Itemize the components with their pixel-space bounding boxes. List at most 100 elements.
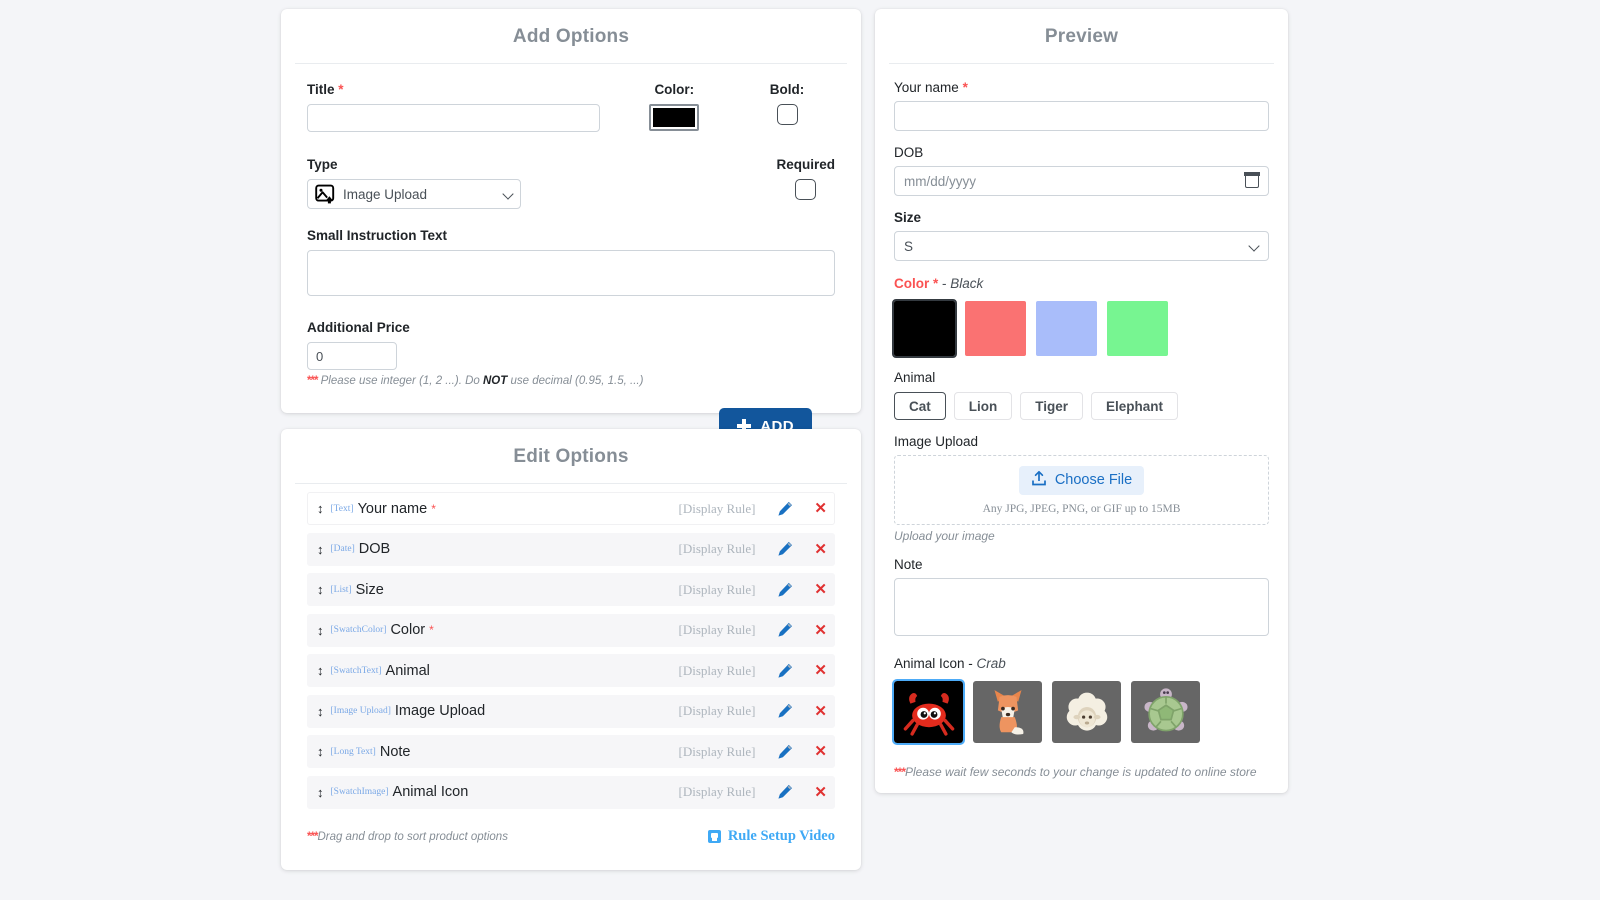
required-asterisk: *	[429, 623, 434, 637]
color-swatch-red[interactable]	[965, 301, 1026, 356]
crab-icon[interactable]	[894, 681, 963, 743]
edit-option-row[interactable]: ↕[SwatchColor]Color*[Display Rule]✕	[307, 614, 835, 647]
animal-option-tiger[interactable]: Tiger	[1020, 392, 1083, 420]
pencil-icon[interactable]	[777, 703, 793, 719]
close-x-icon[interactable]: ✕	[814, 661, 827, 680]
animal-option-cat[interactable]: Cat	[894, 392, 946, 420]
pencil-icon[interactable]	[777, 541, 793, 557]
option-type-tag: [SwatchText]	[331, 666, 382, 676]
edit-option-row[interactable]: ↕[List]Size[Display Rule]✕	[307, 573, 835, 606]
upload-hint: Any JPG, JPEG, PNG, or GIF up to 15MB	[983, 503, 1181, 515]
display-rule-button[interactable]: [Display Rule]	[679, 622, 756, 638]
option-name: Your name	[358, 501, 428, 517]
instruction-textarea[interactable]	[307, 250, 835, 296]
animal-option-lion[interactable]: Lion	[954, 392, 1013, 420]
edit-option-row[interactable]: ↕[Date]DOB[Display Rule]✕	[307, 533, 835, 566]
close-x-icon[interactable]: ✕	[814, 540, 827, 559]
rule-setup-video-link[interactable]: Rule Setup Video	[708, 828, 835, 845]
color-picker-swatch[interactable]	[649, 104, 699, 131]
color-swatch-blue[interactable]	[1036, 301, 1097, 356]
preview-size-label: Size	[894, 210, 1269, 225]
edit-option-row[interactable]: ↕[SwatchText]Animal[Display Rule]✕	[307, 654, 835, 687]
add-options-title: Add Options	[281, 9, 861, 63]
close-x-icon[interactable]: ✕	[814, 621, 827, 640]
display-rule-button[interactable]: [Display Rule]	[679, 663, 756, 679]
close-x-icon[interactable]: ✕	[814, 742, 827, 761]
type-field-group: Type	[307, 157, 521, 209]
drag-handle-icon[interactable]: ↕	[317, 624, 324, 637]
edit-option-row[interactable]: ↕[Text]Your name*[Display Rule]✕	[307, 492, 835, 525]
drag-handle-icon[interactable]: ↕	[317, 705, 324, 718]
preview-color-group: Color * - Black	[894, 275, 1269, 356]
option-name: Size	[356, 582, 384, 598]
edit-option-row[interactable]: ↕[Image Upload]Image Upload[Display Rule…	[307, 695, 835, 728]
display-rule-button[interactable]: [Display Rule]	[679, 501, 756, 517]
required-checkbox[interactable]	[795, 179, 816, 200]
pencil-icon[interactable]	[777, 784, 793, 800]
preview-name-input[interactable]	[894, 101, 1269, 131]
footnote-stars: ***	[894, 765, 905, 779]
title-field-group: Title *	[307, 82, 600, 132]
display-rule-button[interactable]: [Display Rule]	[679, 784, 756, 800]
close-x-icon[interactable]: ✕	[814, 783, 827, 802]
instruction-label: Small Instruction Text	[307, 228, 835, 243]
display-rule-button[interactable]: [Display Rule]	[679, 744, 756, 760]
preview-note-textarea[interactable]	[894, 578, 1269, 636]
drag-hint-text: Drag and drop to sort product options	[317, 831, 508, 843]
type-select[interactable]: Image Upload	[307, 179, 521, 209]
preview-size-select[interactable]: S	[894, 231, 1269, 261]
type-label: Type	[307, 157, 521, 172]
bold-label: Bold:	[739, 82, 835, 97]
display-rule-button[interactable]: [Display Rule]	[679, 582, 756, 598]
preview-dob-wrap: mm/dd/yyyy	[894, 166, 1269, 196]
price-label: Additional Price	[307, 320, 835, 335]
drag-handle-icon[interactable]: ↕	[317, 583, 324, 596]
pencil-icon[interactable]	[777, 744, 793, 760]
edit-option-row[interactable]: ↕[Long Text]Note[Display Rule]✕	[307, 735, 835, 768]
sheep-icon[interactable]	[1052, 681, 1121, 743]
pencil-icon[interactable]	[777, 501, 793, 517]
display-rule-button[interactable]: [Display Rule]	[679, 703, 756, 719]
required-label: Required	[776, 157, 835, 172]
price-input[interactable]	[307, 342, 397, 370]
title-label: Title *	[307, 82, 600, 97]
required-asterisk: *	[431, 502, 436, 516]
option-name: Color	[390, 622, 425, 638]
drag-handle-icon[interactable]: ↕	[317, 543, 324, 556]
color-swatch-green[interactable]	[1107, 301, 1168, 356]
preview-dob-label: DOB	[894, 145, 1269, 160]
drag-handle-icon[interactable]: ↕	[317, 745, 324, 758]
preview-footnote: ***Please wait few seconds to your chang…	[894, 765, 1269, 779]
option-name: Note	[380, 744, 411, 760]
preview-color-label: Color * - Black	[894, 276, 983, 291]
title-input[interactable]	[307, 104, 600, 132]
bold-checkbox[interactable]	[777, 104, 798, 125]
edit-options-title: Edit Options	[281, 429, 861, 483]
preview-animal-buttons: Cat LionTiger Elephant	[894, 392, 1269, 420]
fox-icon[interactable]	[973, 681, 1042, 743]
type-select-wrap: Image Upload	[307, 179, 521, 209]
choose-file-button[interactable]: Choose File	[1019, 466, 1144, 495]
turtle-icon[interactable]	[1131, 681, 1200, 743]
drag-handle-icon[interactable]: ↕	[317, 786, 324, 799]
close-x-icon[interactable]: ✕	[814, 499, 827, 518]
title-color-bold-row: Title * Color: Bold:	[307, 82, 835, 136]
close-x-icon[interactable]: ✕	[814, 580, 827, 599]
preview-name-group: Your name *	[894, 80, 1269, 131]
pencil-icon[interactable]	[777, 582, 793, 598]
pencil-icon[interactable]	[777, 663, 793, 679]
preview-drop-zone[interactable]: Choose File Any JPG, JPEG, PNG, or GIF u…	[894, 455, 1269, 525]
edit-option-row[interactable]: ↕[SwatchImage]Animal Icon[Display Rule]✕	[307, 776, 835, 809]
display-rule-button[interactable]: [Display Rule]	[679, 541, 756, 557]
type-required-row: Type	[307, 157, 835, 209]
calendar-icon[interactable]	[1245, 173, 1259, 188]
preview-dob-input[interactable]: mm/dd/yyyy	[894, 166, 1269, 196]
color-swatch-black[interactable]	[894, 301, 955, 356]
close-x-icon[interactable]: ✕	[814, 702, 827, 721]
pencil-icon[interactable]	[777, 622, 793, 638]
app-root: Add Options Title * Color: Bold:	[0, 0, 1600, 900]
animal-option-elephant[interactable]: Elephant	[1091, 392, 1178, 420]
hint-post: use decimal (0.95, 1.5, ...)	[507, 375, 643, 387]
drag-handle-icon[interactable]: ↕	[317, 664, 324, 677]
drag-handle-icon[interactable]: ↕	[317, 502, 324, 515]
